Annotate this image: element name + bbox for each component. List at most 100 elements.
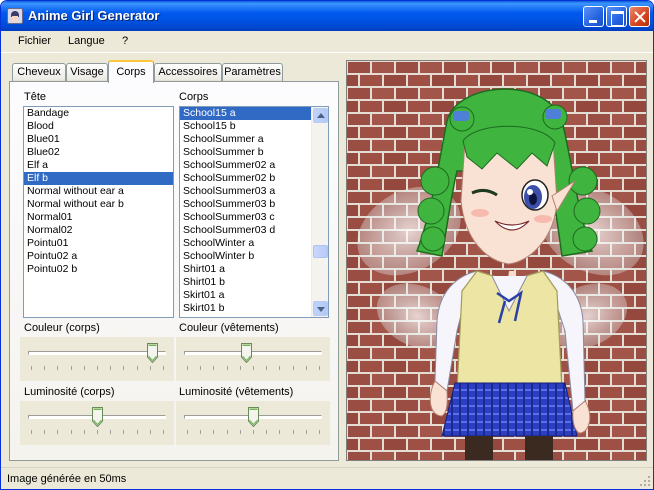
body-list-item[interactable]: SchoolWinter b: [180, 250, 328, 263]
status-text: Image générée en 50ms: [7, 473, 127, 485]
body-color-label: Couleur (corps): [24, 322, 100, 334]
close-button[interactable]: [629, 6, 650, 27]
slider-tick: [279, 366, 281, 370]
body-list-item[interactable]: SchoolSummer03 a: [180, 185, 328, 198]
head-list-item[interactable]: Normal01: [24, 211, 173, 224]
menu-help[interactable]: ?: [122, 35, 128, 47]
clothes-brightness-slider[interactable]: [176, 401, 330, 445]
body-list-item[interactable]: Skirt01 a: [180, 289, 328, 302]
maximize-button[interactable]: [606, 6, 627, 27]
body-color-slider[interactable]: [20, 337, 174, 381]
tab-face[interactable]: Visage: [66, 63, 108, 82]
slider-tick: [266, 430, 268, 434]
slider-tick: [123, 430, 125, 434]
scroll-down-button[interactable]: [313, 301, 328, 316]
head-list-item[interactable]: Blue01: [24, 133, 173, 146]
body-list-item[interactable]: SchoolSummer02 a: [180, 159, 328, 172]
app-window: Anime Girl Generator Fichier Langue ? Ch…: [0, 0, 654, 490]
clothes-color-label: Couleur (vêtements): [179, 322, 279, 334]
body-list-item[interactable]: School15 a: [180, 107, 328, 120]
body-list-item[interactable]: School15 b: [180, 120, 328, 133]
body-list-item[interactable]: SchoolSummer02 b: [180, 172, 328, 185]
head-list-label: Tête: [24, 91, 47, 103]
slider-tick: [44, 430, 46, 434]
preview-canvas: [347, 61, 646, 460]
minimize-icon: [584, 7, 603, 26]
slider-tick: [253, 430, 254, 434]
head-list-item[interactable]: Normal without ear b: [24, 198, 173, 211]
minimize-button[interactable]: [583, 6, 604, 27]
tab-body[interactable]: Corps: [108, 60, 154, 83]
body-list-item[interactable]: Shirt01 a: [180, 263, 328, 276]
slider-track[interactable]: [184, 351, 322, 355]
scroll-thumb[interactable]: [313, 245, 328, 258]
slider-tick: [57, 430, 59, 434]
body-list-item[interactable]: SchoolSummer03 d: [180, 224, 328, 237]
tab-hair[interactable]: Cheveux: [12, 63, 66, 82]
slider-tick: [83, 430, 85, 434]
slider-track[interactable]: [28, 351, 166, 355]
slider-tick: [70, 366, 72, 370]
menu-file[interactable]: Fichier: [18, 35, 51, 47]
slider-tick: [123, 366, 125, 370]
head-list-item[interactable]: Elf a: [24, 159, 173, 172]
body-list-item[interactable]: SchoolSummer b: [180, 146, 328, 159]
slider-tick: [200, 366, 202, 370]
head-listbox[interactable]: Bandage Blood Blue01 Blue02 Elf a Elf b Normal…: [23, 106, 174, 318]
head-list-item[interactable]: Pointu02 a: [24, 250, 173, 263]
body-list-item[interactable]: SchoolSummer a: [180, 133, 328, 146]
body-list-item[interactable]: Shirt01 b: [180, 276, 328, 289]
slider-tick: [279, 430, 281, 434]
slider-tick: [149, 366, 151, 370]
body-list-item[interactable]: SchoolSummer03 b: [180, 198, 328, 211]
head-list-item[interactable]: Blood: [24, 120, 173, 133]
body-brightness-slider[interactable]: [20, 401, 174, 445]
slider-thumb[interactable]: [92, 407, 103, 427]
head-list-item[interactable]: Pointu01: [24, 237, 173, 250]
head-list-item[interactable]: Pointu02 b: [24, 263, 173, 276]
tab-settings[interactable]: Paramètres: [222, 63, 283, 82]
slider-tick: [57, 366, 59, 370]
tab-accessories[interactable]: Accessoires: [154, 63, 222, 82]
head-list-item[interactable]: Elf b: [24, 172, 173, 185]
head-list-item[interactable]: Normal without ear a: [24, 185, 173, 198]
body-list-scrollbar[interactable]: [311, 107, 328, 317]
slider-tick: [149, 430, 151, 434]
slider-thumb[interactable]: [248, 407, 259, 427]
head-list-item[interactable]: Normal02: [24, 224, 173, 237]
slider-thumb[interactable]: [147, 343, 158, 363]
body-list-item[interactable]: Skirt01 b: [180, 302, 328, 315]
slider-tick: [97, 430, 98, 434]
slider-tick: [110, 366, 112, 370]
slider-thumb[interactable]: [241, 343, 252, 363]
head-list-item[interactable]: Blue02: [24, 146, 173, 159]
slider-tick: [110, 430, 112, 434]
chevron-down-icon: [317, 307, 325, 312]
title-bar[interactable]: Anime Girl Generator: [1, 1, 653, 31]
scroll-up-button[interactable]: [313, 108, 328, 123]
slider-tick: [213, 430, 215, 434]
slider-tick: [319, 366, 320, 370]
menu-language[interactable]: Langue: [68, 35, 105, 47]
app-icon[interactable]: [7, 8, 23, 24]
body-list-label: Corps: [179, 91, 209, 103]
slider-tick: [226, 430, 228, 434]
maximize-icon: [607, 7, 626, 26]
close-icon: [630, 7, 649, 26]
slider-tick: [239, 366, 241, 370]
slider-tick: [136, 366, 138, 370]
slider-tick: [226, 366, 228, 370]
slider-tick: [163, 430, 164, 434]
slider-tick: [319, 430, 320, 434]
slider-tick: [31, 366, 32, 370]
clothes-color-slider[interactable]: [176, 337, 330, 381]
slider-tick: [187, 366, 188, 370]
chevron-up-icon: [317, 113, 325, 118]
head-list-item[interactable]: Bandage: [24, 107, 173, 120]
slider-tick: [305, 430, 307, 434]
resize-grip-icon[interactable]: [639, 475, 651, 487]
body-listbox[interactable]: School15 a School15 b SchoolSummer a School…: [179, 106, 329, 318]
body-list-item[interactable]: SchoolSummer03 c: [180, 211, 328, 224]
body-list-item[interactable]: SchoolWinter a: [180, 237, 328, 250]
slider-tick: [239, 430, 241, 434]
